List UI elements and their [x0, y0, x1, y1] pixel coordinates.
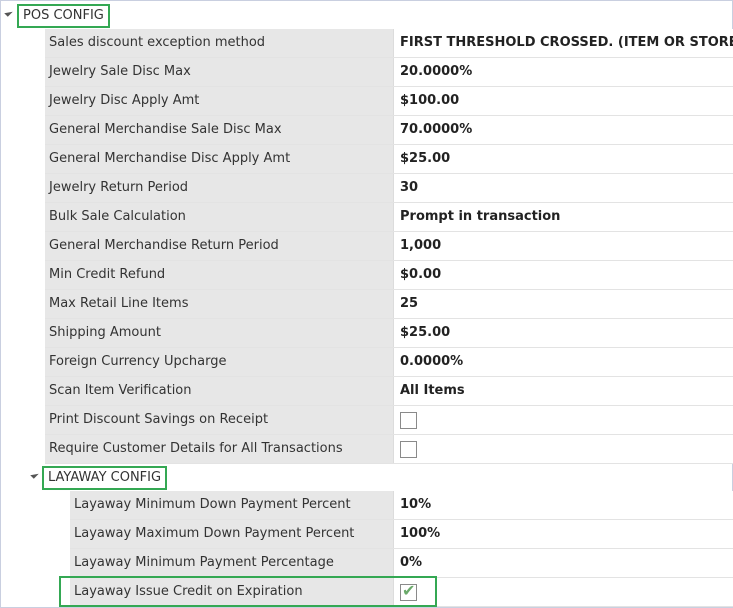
property-row[interactable]: Layaway Maximum Down Payment Percent 100%	[70, 520, 733, 549]
property-row[interactable]: General Merchandise Sale Disc Max 70.0000…	[45, 116, 733, 145]
property-value[interactable]: Prompt in transaction	[400, 203, 560, 231]
property-name: Max Retail Line Items	[49, 296, 189, 311]
property-value-cell[interactable]	[393, 435, 733, 463]
property-value-cell[interactable]	[393, 491, 733, 519]
property-value[interactable]: 1,000	[400, 232, 441, 260]
property-row[interactable]: Require Customer Details for All Transac…	[45, 435, 733, 464]
property-name: Layaway Maximum Down Payment Percent	[74, 526, 355, 541]
property-name: Scan Item Verification	[49, 383, 192, 398]
property-value-cell[interactable]	[393, 232, 733, 260]
property-name: Foreign Currency Upcharge	[49, 354, 227, 369]
property-value[interactable]: 100%	[400, 520, 440, 548]
property-value-cell[interactable]	[393, 520, 733, 548]
property-row[interactable]: Layaway Issue Credit on Expiration ✔	[70, 578, 733, 607]
property-value-cell[interactable]	[393, 578, 733, 606]
property-value[interactable]: $0.00	[400, 261, 441, 289]
property-name: Layaway Minimum Payment Percentage	[74, 555, 334, 570]
property-name: Min Credit Refund	[49, 267, 166, 282]
property-value[interactable]: All Items	[400, 377, 465, 405]
property-value[interactable]: $25.00	[400, 145, 450, 173]
property-row[interactable]: Max Retail Line Items 25	[45, 290, 733, 319]
property-checkbox[interactable]: ✔	[400, 581, 417, 601]
pos_section-header[interactable]: POS CONFIG	[0, 1, 733, 29]
property-name: Jewelry Sale Disc Max	[49, 64, 191, 79]
property-value-cell[interactable]	[393, 549, 733, 577]
property-value-cell[interactable]	[393, 261, 733, 289]
property-name: Shipping Amount	[49, 325, 161, 340]
property-row[interactable]: General Merchandise Disc Apply Amt $25.00	[45, 145, 733, 174]
property-value[interactable]: $25.00	[400, 319, 450, 347]
property-value[interactable]: 0.0000%	[400, 348, 463, 376]
property-value[interactable]: 25	[400, 290, 418, 318]
property-value[interactable]: 70.0000%	[400, 116, 472, 144]
property-row[interactable]: Print Discount Savings on Receipt	[45, 406, 733, 435]
property-name: Sales discount exception method	[49, 35, 266, 50]
layaway_section-header[interactable]: LAYAWAY CONFIG	[0, 463, 733, 491]
property-row[interactable]: Min Credit Refund $0.00	[45, 261, 733, 290]
property-checkbox[interactable]	[400, 412, 417, 429]
property-checkbox[interactable]	[400, 441, 417, 458]
property-name: General Merchandise Return Period	[49, 238, 279, 253]
property-value[interactable]: 10%	[400, 491, 431, 519]
property-name: Jewelry Return Period	[49, 180, 189, 195]
property-row[interactable]: Layaway Minimum Payment Percentage 0%	[70, 549, 733, 578]
property-row[interactable]: Foreign Currency Upcharge 0.0000%	[45, 348, 733, 377]
property-row[interactable]: Jewelry Disc Apply Amt $100.00	[45, 87, 733, 116]
property-row[interactable]: Layaway Minimum Down Payment Percent 10%	[70, 491, 733, 520]
property-name: General Merchandise Disc Apply Amt	[49, 151, 291, 166]
property-name: Layaway Minimum Down Payment Percent	[74, 497, 351, 512]
pos_section-label: POS CONFIG	[17, 4, 110, 28]
property-value[interactable]: 30	[400, 174, 418, 202]
property-name: General Merchandise Sale Disc Max	[49, 122, 282, 137]
property-value-cell[interactable]	[393, 290, 733, 318]
property-name: Jewelry Disc Apply Amt	[49, 93, 200, 108]
property-value[interactable]: $100.00	[400, 87, 459, 115]
checkmark-icon: ✔	[402, 581, 416, 600]
property-value[interactable]: FIRST THRESHOLD CROSSED. (ITEM OR STORE)	[400, 29, 733, 57]
property-row[interactable]: Bulk Sale Calculation Prompt in transacti…	[45, 203, 733, 232]
property-name: Print Discount Savings on Receipt	[49, 412, 269, 427]
property-name: Bulk Sale Calculation	[49, 209, 186, 224]
expanded-triangle-icon[interactable]	[4, 8, 13, 17]
property-row[interactable]: Jewelry Return Period 30	[45, 174, 733, 203]
property-value[interactable]: 0%	[400, 549, 422, 577]
property-name: Require Customer Details for All Transac…	[49, 441, 343, 456]
property-row[interactable]: Shipping Amount $25.00	[45, 319, 733, 348]
property-value-cell[interactable]	[393, 406, 733, 434]
property-row[interactable]: Jewelry Sale Disc Max 20.0000%	[45, 58, 733, 87]
property-row[interactable]: Scan Item Verification All Items	[45, 377, 733, 406]
property-value[interactable]: 20.0000%	[400, 58, 472, 86]
property-value-cell[interactable]	[393, 174, 733, 202]
expanded-triangle-icon[interactable]	[30, 470, 39, 479]
property-row[interactable]: Sales discount exception method FIRST THR…	[45, 29, 733, 58]
property-row[interactable]: General Merchandise Return Period 1,000	[45, 232, 733, 261]
property-name: Layaway Issue Credit on Expiration	[74, 584, 303, 599]
layaway_section-label: LAYAWAY CONFIG	[42, 466, 168, 490]
